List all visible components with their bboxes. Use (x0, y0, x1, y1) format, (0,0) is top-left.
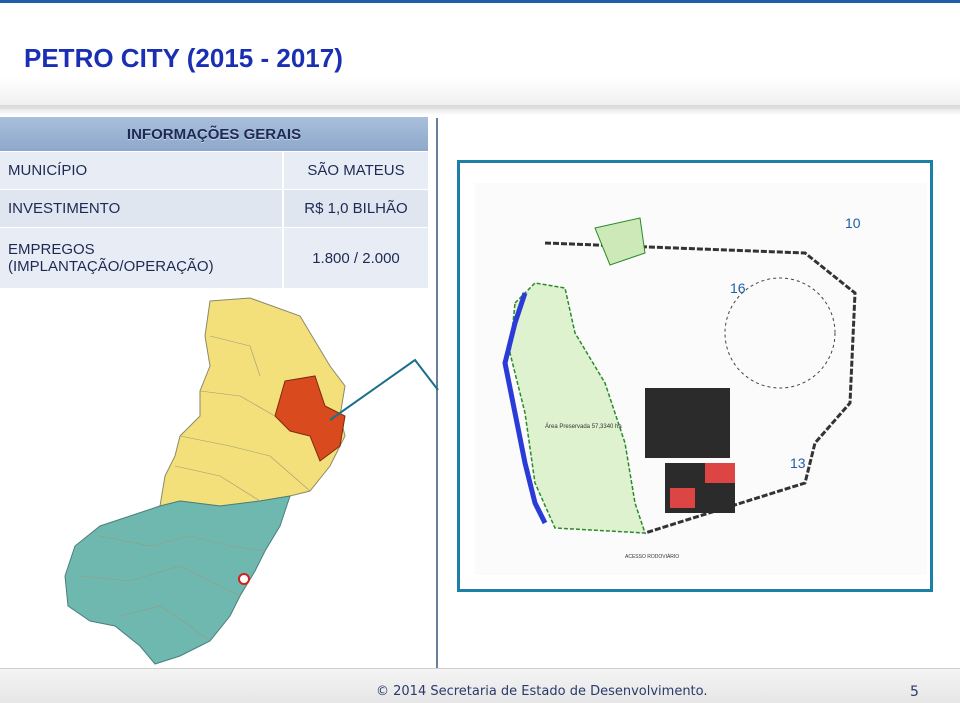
row-value-empregos: 1.800 / 2.000 (282, 227, 428, 288)
lot-number-16: 16 (730, 280, 746, 296)
row-value-investimento: R$ 1,0 BILHÃO (282, 189, 428, 228)
south-region (64, 495, 291, 665)
title-shadow (0, 105, 960, 115)
callout-line (329, 358, 439, 421)
row-value-municipio: SÃO MATEUS (282, 151, 428, 190)
row-label-municipio: MUNICÍPIO (0, 151, 283, 190)
table-row: MUNICÍPIO SÃO MATEUS (0, 151, 428, 190)
page-number: 5 (910, 684, 919, 700)
info-table: INFORMAÇÕES GERAIS MUNICÍPIO SÃO MATEUS … (0, 117, 428, 288)
title-band: PETRO CITY (2015 - 2017) (0, 3, 960, 109)
table-row: EMPREGOS (IMPLANTAÇÃO/OPERAÇÃO) 1.800 / … (0, 227, 428, 288)
site-plan-drawing: 10 16 13 Área Preservada 57,3340 ha ACES… (502, 215, 861, 560)
row-label-investimento: INVESTIMENTO (0, 189, 283, 228)
row-label-empregos-line2: (IMPLANTAÇÃO/OPERAÇÃO) (8, 258, 214, 275)
footer-copyright: © 2014 Secretaria de Estado de Desenvolv… (376, 684, 708, 699)
preserved-area (509, 282, 647, 534)
row-label-empregos-line1: EMPREGOS (8, 241, 95, 258)
preserved-area-label: Área Preservada 57,3340 ha (545, 423, 622, 430)
lot-number-10: 10 (845, 215, 861, 231)
page-title: PETRO CITY (2015 - 2017) (24, 43, 343, 73)
table-row: INVESTIMENTO R$ 1,0 BILHÃO (0, 189, 428, 228)
lot-number-13: 13 (790, 455, 806, 471)
green-lot (594, 217, 646, 266)
site-plan-frame: 10 16 13 Área Preservada 57,3340 ha ACES… (457, 160, 933, 592)
site-plan: 10 16 13 Área Preservada 57,3340 ha ACES… (475, 183, 927, 575)
vitoria-marker (238, 573, 250, 585)
row-label-empregos: EMPREGOS (IMPLANTAÇÃO/OPERAÇÃO) (0, 227, 283, 288)
table-header: INFORMAÇÕES GERAIS (0, 117, 428, 152)
access-label: ACESSO RODOVIÁRIO (625, 553, 679, 560)
